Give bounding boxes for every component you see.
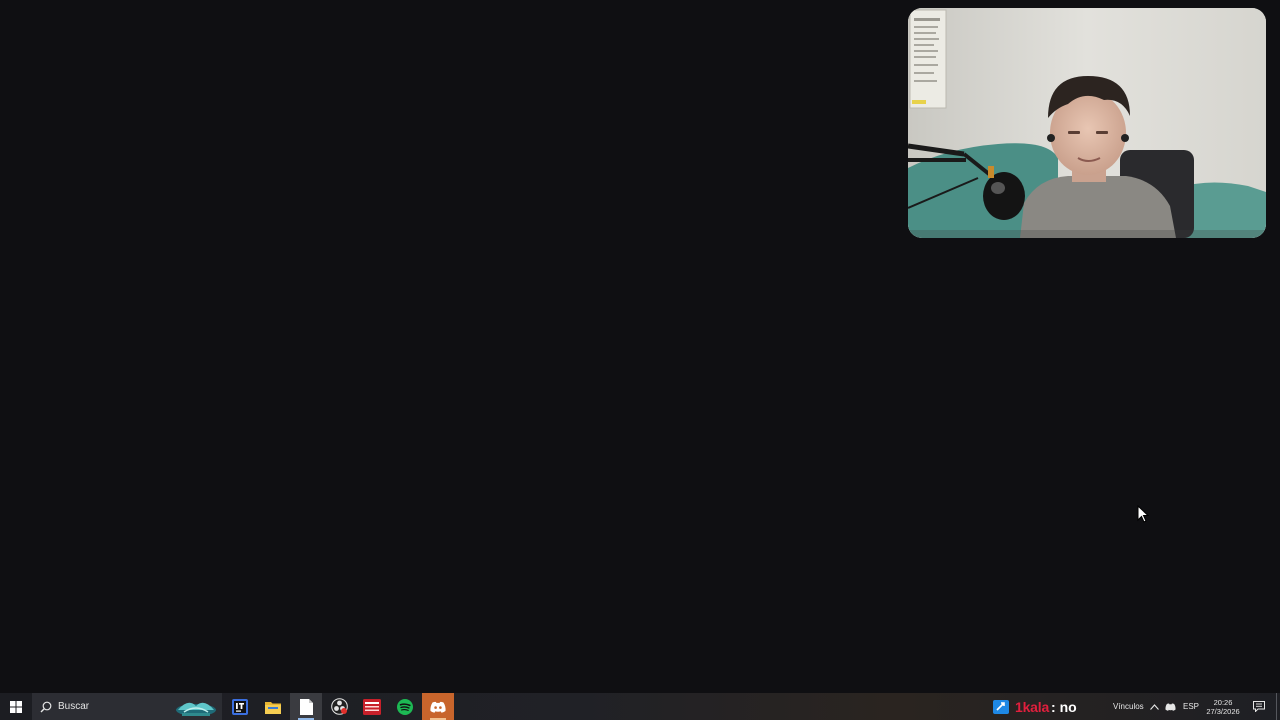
search-icon — [40, 701, 52, 713]
taskbar-app-discord[interactable] — [422, 693, 454, 720]
discord-icon — [430, 701, 446, 713]
taskbar-app-spotify[interactable] — [389, 693, 421, 720]
chat-username: 1kala — [1015, 698, 1050, 715]
links-toolbar-label[interactable]: Vínculos — [1113, 693, 1144, 720]
notepad-icon — [299, 698, 313, 715]
taskbar-app-notepad[interactable] — [290, 693, 322, 720]
chevron-up-icon — [1149, 703, 1159, 710]
taskbar-app-intellij[interactable] — [224, 693, 256, 720]
intellij-icon — [232, 698, 248, 715]
clock[interactable]: 20:26 27/3/2026 — [1200, 693, 1246, 720]
notifications-button[interactable] — [1250, 693, 1268, 720]
search-highlight-art-icon — [176, 702, 216, 716]
stream-chat-ticker: 1kala : no — [993, 693, 1077, 720]
search-input[interactable]: Buscar — [32, 693, 222, 720]
language-indicator[interactable]: ESP — [1183, 693, 1199, 720]
start-button[interactable] — [0, 693, 32, 720]
show-hidden-icons-button[interactable] — [1148, 693, 1160, 720]
show-desktop-button[interactable] — [1276, 693, 1280, 720]
file-explorer-icon — [265, 701, 281, 714]
taskbar: Buscar 1kala: no Vínculos ESP 20:26 27/… — [0, 693, 1280, 720]
obs-icon — [330, 698, 348, 715]
clock-date: 27/3/2026 — [1206, 706, 1240, 716]
spotify-icon — [397, 698, 413, 715]
taskbar-app-voicemeeter[interactable] — [356, 693, 388, 720]
chat-pin-icon — [993, 699, 1009, 714]
notification-center-icon — [1253, 701, 1265, 712]
taskbar-app-obs[interactable] — [323, 693, 355, 720]
voicemeeter-icon — [363, 698, 381, 715]
clock-time: 20:26 — [1213, 697, 1233, 707]
tray-discord-button[interactable] — [1163, 693, 1177, 720]
desktop-background[interactable] — [0, 0, 1280, 693]
chat-message: : no — [1051, 698, 1077, 715]
windows-logo-icon — [10, 700, 22, 713]
search-placeholder: Buscar — [58, 701, 90, 712]
webcam-feed-image — [908, 8, 1266, 238]
taskbar-app-file-explorer[interactable] — [257, 693, 289, 720]
mouse-cursor-icon — [1137, 505, 1149, 523]
webcam-overlay — [908, 8, 1266, 238]
discord-tray-icon — [1164, 703, 1176, 711]
